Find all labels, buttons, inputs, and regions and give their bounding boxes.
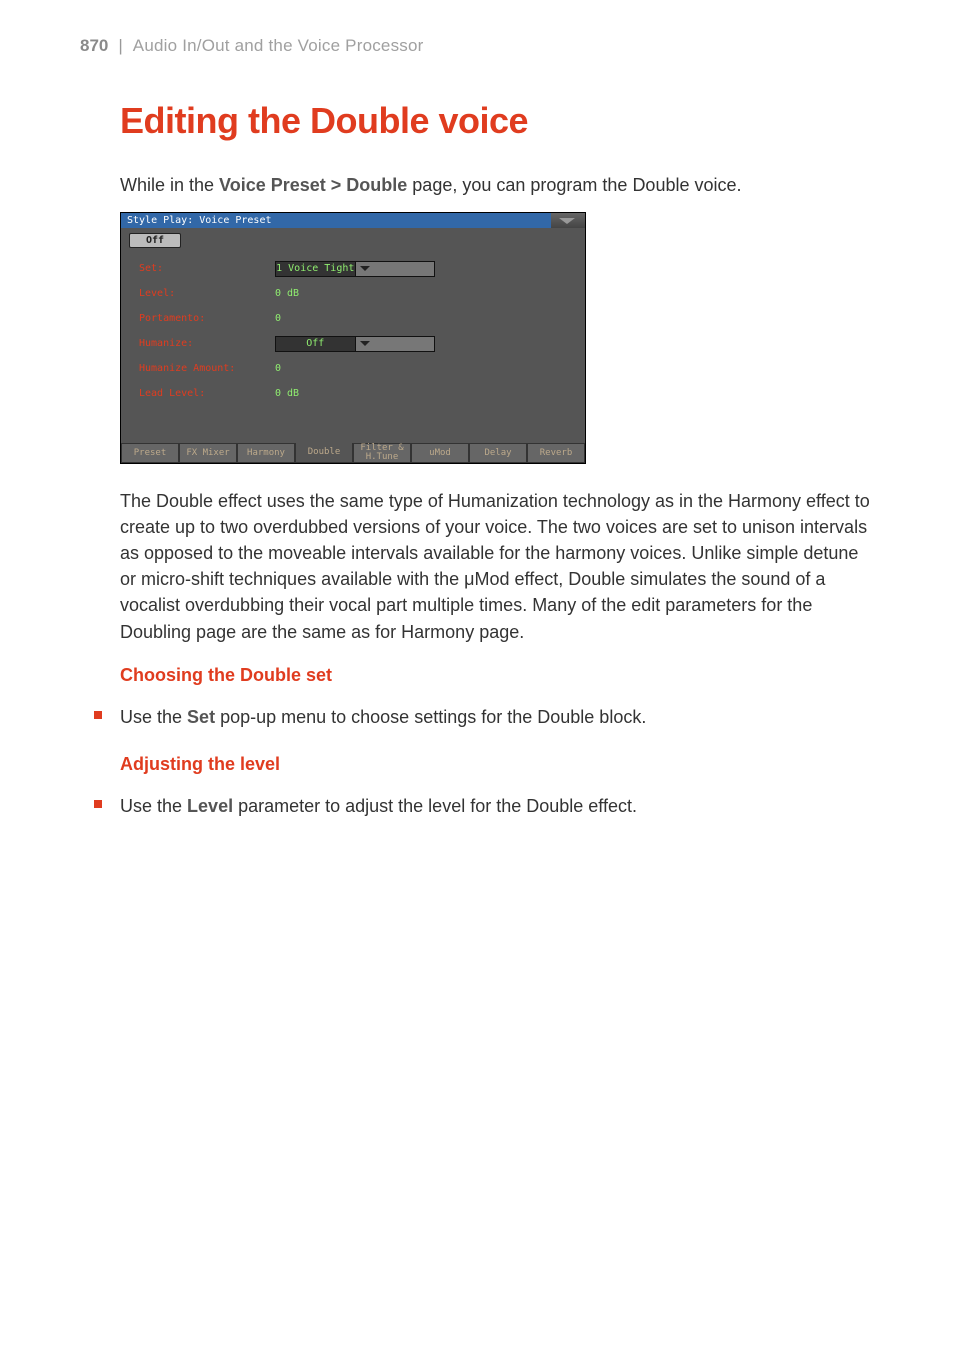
level-suffix: parameter to adjust the level for the Do… [233, 796, 637, 816]
set-row: Set: 1 Voice Tight [139, 256, 567, 281]
humanize-dropdown[interactable]: Off [275, 336, 435, 352]
document-page: 870 | Audio In/Out and the Voice Process… [0, 0, 954, 883]
humanize-label: Humanize: [139, 338, 275, 349]
chevron-down-icon [355, 337, 435, 351]
choosing-bullet-text: Use the Set pop-up menu to choose settin… [120, 704, 646, 730]
header-separator: | [118, 36, 122, 56]
choosing-heading: Choosing the Double set [120, 665, 874, 686]
chevron-down-icon [355, 262, 435, 276]
set-dropdown[interactable]: 1 Voice Tight [275, 261, 435, 277]
tab-harmony[interactable]: Harmony [237, 443, 295, 463]
level-bold: Level [187, 796, 233, 816]
level-bullet: Use the Level parameter to adjust the le… [80, 793, 874, 819]
humanize-amount-value[interactable]: 0 [275, 363, 281, 374]
tab-preset[interactable]: Preset [121, 443, 179, 463]
level-prefix: Use the [120, 796, 187, 816]
lead-level-row: Lead Level: 0 dB [139, 381, 567, 406]
lead-level-label: Lead Level: [139, 388, 275, 399]
tab-umod[interactable]: uMod [411, 443, 469, 463]
menu-icon[interactable] [551, 213, 585, 228]
portamento-row: Portamento: 0 [139, 306, 567, 331]
header-section-title: Audio In/Out and the Voice Processor [133, 36, 424, 56]
bullet-icon [94, 800, 102, 808]
description-paragraph: The Double effect uses the same type of … [120, 488, 874, 645]
tab-reverb[interactable]: Reverb [527, 443, 585, 463]
portamento-value[interactable]: 0 [275, 313, 281, 324]
humanize-amount-label: Humanize Amount: [139, 363, 275, 374]
page-title: Editing the Double voice [120, 100, 874, 142]
window-body: Off Set: 1 Voice Tight Level: 0 dB [121, 228, 585, 414]
level-row: Level: 0 dB [139, 281, 567, 306]
window-title: Style Play: Voice Preset [127, 215, 272, 226]
portamento-label: Portamento: [139, 313, 275, 324]
tab-fx-mixer[interactable]: FX Mixer [179, 443, 237, 463]
page-number: 870 [80, 36, 108, 56]
level-bullet-text: Use the Level parameter to adjust the le… [120, 793, 637, 819]
intro-suffix: page, you can program the Double voice. [407, 175, 741, 195]
humanize-value: Off [276, 338, 355, 349]
set-label: Set: [139, 263, 275, 274]
level-heading: Adjusting the level [120, 754, 874, 775]
content-area: Editing the Double voice While in the Vo… [80, 100, 874, 819]
window-titlebar: Style Play: Voice Preset [121, 213, 585, 228]
voice-preset-screenshot: Style Play: Voice Preset Off Set: 1 Voic… [120, 212, 586, 464]
bullet-icon [94, 711, 102, 719]
humanize-row: Humanize: Off [139, 331, 567, 356]
choosing-suffix: pop-up menu to choose settings for the D… [215, 707, 646, 727]
humanize-amount-row: Humanize Amount: 0 [139, 356, 567, 381]
choosing-bullet: Use the Set pop-up menu to choose settin… [80, 704, 874, 730]
tab-delay[interactable]: Delay [469, 443, 527, 463]
intro-paragraph: While in the Voice Preset > Double page,… [120, 172, 874, 198]
lead-level-value[interactable]: 0 dB [275, 388, 299, 399]
level-label: Level: [139, 288, 275, 299]
level-value[interactable]: 0 dB [275, 288, 299, 299]
off-toggle[interactable]: Off [129, 233, 181, 248]
page-header: 870 | Audio In/Out and the Voice Process… [80, 36, 874, 56]
intro-bold: Voice Preset > Double [219, 175, 407, 195]
choosing-bold: Set [187, 707, 215, 727]
bottom-tabs: Preset FX Mixer Harmony Double Filter & … [121, 443, 585, 463]
tab-double[interactable]: Double [295, 443, 353, 463]
fields-area: Set: 1 Voice Tight Level: 0 dB Portament… [121, 248, 585, 414]
tab-filter-htune[interactable]: Filter & H.Tune [353, 443, 411, 463]
set-value: 1 Voice Tight [276, 263, 355, 274]
intro-prefix: While in the [120, 175, 219, 195]
choosing-prefix: Use the [120, 707, 187, 727]
